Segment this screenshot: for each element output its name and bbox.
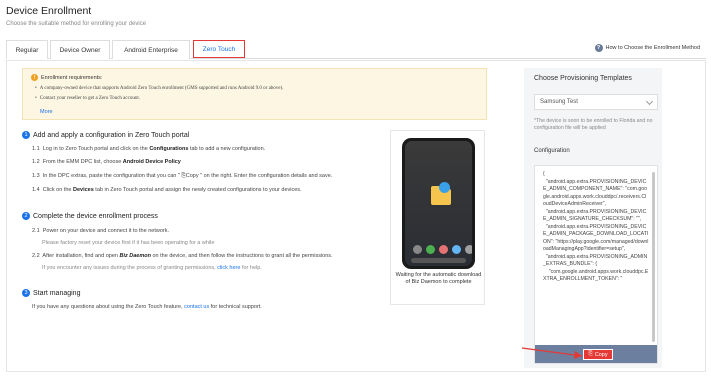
sub-step-bold: Android Device Policy [122,159,181,165]
step-2-2-note: If you encounter any issues during the p… [42,265,262,271]
sub-step-text: Power on your device and connect it to t… [42,228,169,234]
copy-button[interactable]: ⎘ Copy [583,349,613,360]
phone-illustration [402,138,475,269]
sub-step-text: From the EMM DPC list, choose [42,159,123,165]
tab-zero-touch[interactable]: Zero Touch [193,40,245,58]
sub-step-text: for technical support. [209,304,262,310]
step-title: Complete the device enrollment process [33,212,158,220]
enrollment-tabs: Regular Device Owner Android Enterprise … [6,40,706,59]
note-text: for help. [240,265,262,271]
template-select-value: Samsung Test [540,99,578,105]
sub-step-text: If you have any questions about using th… [32,304,185,310]
configuration-json[interactable]: { "android.app.extra.PROVISIONING_DEVICE… [543,171,649,284]
chevron-down-icon [645,97,654,106]
step-1-4: 1.4 Click on the Devices tab in Zero Tou… [32,187,302,193]
dock-app-icon [413,245,422,254]
notice-title: ! Enrollment requirements: [31,74,102,81]
step-number-badge: 2 [22,212,30,220]
copy-button-label: Copy [594,351,608,358]
help-link-label: How to Choose the Enrollment Method [605,45,700,51]
sub-step-number: 2.1 [32,228,40,234]
dock-app-icon [452,245,461,254]
step-number-badge: 1 [22,131,30,139]
enrollment-note: *The device is soon to be enrolled to Fl… [534,118,653,132]
notice-item: A company-owned device that supports And… [35,86,284,91]
provisioning-title: Choose Provisioning Templates [534,75,632,82]
phone-caption: Waiting for the automatic download of Bi… [395,272,482,285]
step-1-3: 1.3 In the DPC extras, paste the configu… [32,173,332,180]
sub-step-bold: Configurations [149,146,189,152]
sub-step-text: After installation, find and open [42,253,120,259]
sub-step-text: tab to add a new configuration. [188,146,266,152]
step-1-1: 1.1 Log in to Zero Touch portal and clic… [32,146,265,152]
phone-screen [405,141,472,266]
step-1-heading: 1 Add and apply a configuration in Zero … [22,131,189,139]
dock-app-icon [465,245,472,254]
question-icon: ? [594,44,603,52]
step-2-1-note: Please factory reset your device first i… [42,240,215,246]
click-here-link[interactable]: click here [217,265,240,271]
config-scrollbar[interactable] [652,172,655,342]
step-2-2: 2.2 After installation, find and open Bi… [32,253,333,259]
step-3-heading: 3 Start managing [22,289,80,297]
more-link[interactable]: More [40,109,53,115]
sub-step-number: 2.2 [32,253,40,259]
phone-dock [413,245,472,254]
step-2-1: 2.1 Power on your device and connect it … [32,228,169,234]
configuration-box: { "android.app.extra.PROVISIONING_DEVICE… [534,165,658,364]
sub-step-bold: Devices [72,187,94,193]
sub-step-text: Log in to Zero Touch portal and click on… [42,146,150,152]
sub-step-text: on the device, and then follow the instr… [150,253,333,259]
sub-step-number: 1.2 [32,159,40,165]
step-title: Start managing [33,289,81,297]
sub-step-text: Click on the [42,187,73,193]
notice-title-text: Enrollment requirements: [41,74,103,81]
notice-item: Contact your reseller to get a Zero Touc… [35,96,140,101]
sub-step-number: 1.1 [32,146,40,152]
dock-app-icon [439,245,448,254]
phone-illustration-card: Waiting for the automatic download of Bi… [390,130,485,305]
sub-step-text: tab in Zero Touch portal and assign the … [93,187,302,193]
sub-step-text: In the DPC extras, paste the configurati… [42,173,333,179]
tab-device-owner[interactable]: Device Owner [50,40,110,59]
step-number-badge: 3 [22,289,30,297]
copy-bar: ⎘ Copy [535,345,657,363]
template-select[interactable]: Samsung Test [534,94,658,110]
note-text: If you encounter any issues during the p… [42,265,218,271]
step-title: Add and apply a configuration in Zero To… [33,131,190,139]
tab-regular[interactable]: Regular [6,40,48,59]
warning-icon: ! [31,74,38,81]
tab-android-enterprise[interactable]: Android Enterprise [112,40,190,59]
copy-icon: ⎘ [588,351,593,357]
contact-us-link[interactable]: contact us [184,304,209,310]
phone-search-bar [411,258,466,263]
sub-step-number: 1.3 [32,173,40,179]
requirements-notice: ! Enrollment requirements: A company-own… [22,68,487,120]
page-subtitle: Choose the suitable method for enrolling… [6,21,147,27]
step-2-heading: 2 Complete the device enrollment process [22,212,158,220]
step-3-text: If you have any questions about using th… [32,304,262,310]
help-link[interactable]: ? How to Choose the Enrollment Method [594,44,700,52]
dock-app-icon [426,245,435,254]
app-icon [439,182,450,193]
step-1-2: 1.2 From the EMM DPC list, choose Androi… [32,159,181,165]
sub-step-number: 1.4 [32,187,40,193]
sub-step-bold: Biz Daemon [119,253,151,259]
provisioning-panel: Choose Provisioning Templates Samsung Te… [524,68,662,368]
configuration-label: Configuration [534,148,570,154]
page-title: Device Enrollment [6,5,92,17]
